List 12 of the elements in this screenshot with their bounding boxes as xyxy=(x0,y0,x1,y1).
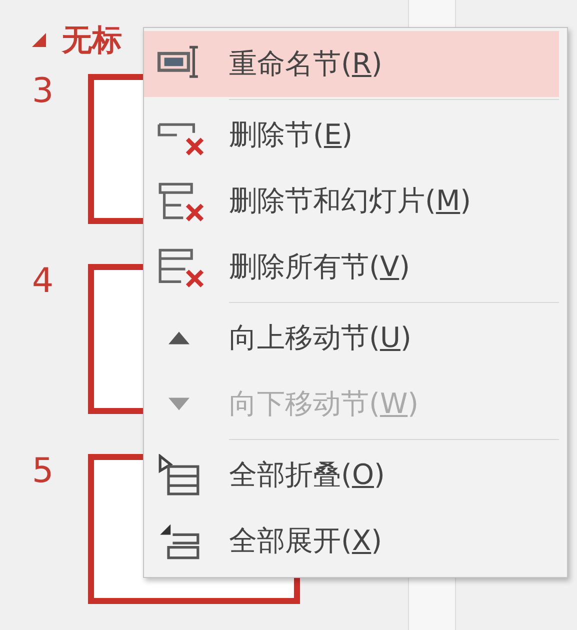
slide-number: 4 xyxy=(32,264,55,303)
menu-item[interactable]: 全部折叠(O) xyxy=(144,442,567,508)
menu-item[interactable]: 全部展开(X) xyxy=(144,508,567,574)
menu-item[interactable]: 删除节和幻灯片(M) xyxy=(144,168,567,234)
menu-item[interactable]: 删除所有节(V) xyxy=(144,234,567,300)
menu-item[interactable]: 向上移动节(U) xyxy=(144,305,567,371)
menu-item[interactable]: 重命名节(R) xyxy=(144,31,559,97)
collapse-triangle-icon[interactable] xyxy=(32,33,46,47)
section-title[interactable]: 无标 xyxy=(62,20,122,60)
slide-number: 3 xyxy=(32,74,55,113)
slide-number: 5 xyxy=(32,454,55,493)
menu-item[interactable]: 删除节(E) xyxy=(144,102,567,168)
